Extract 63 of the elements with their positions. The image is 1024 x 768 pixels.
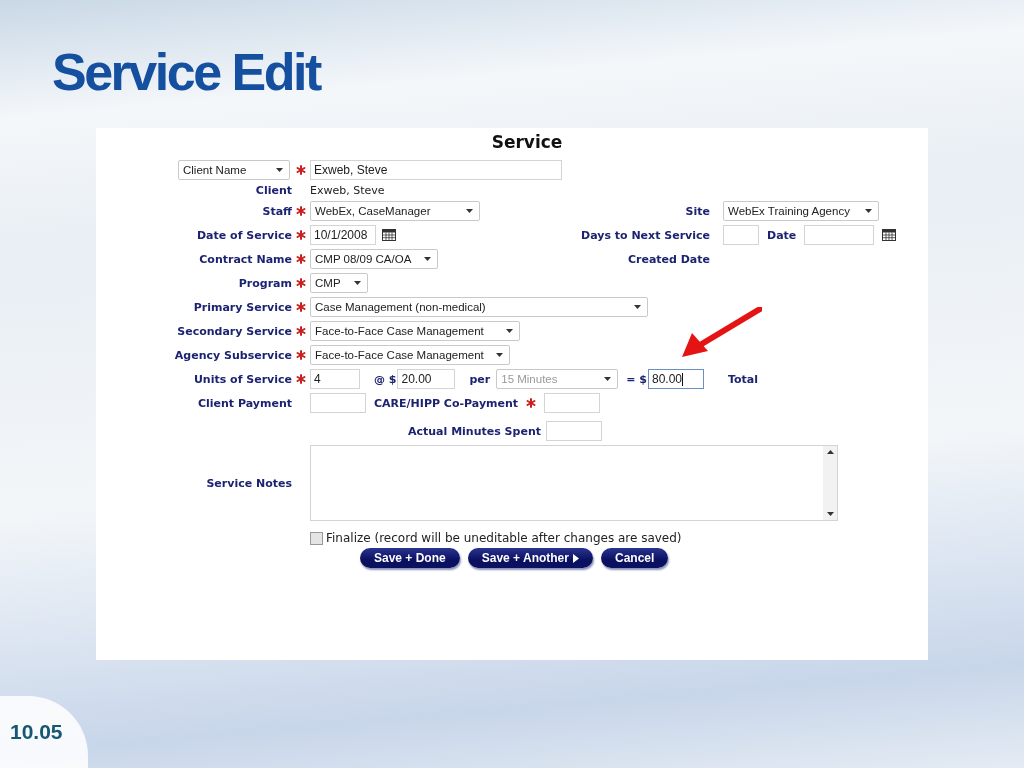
- date-field[interactable]: [804, 225, 875, 245]
- field-label: per: [469, 372, 491, 386]
- caret-icon: [634, 305, 641, 309]
- select-field[interactable]: WebEx Training Agency: [723, 201, 879, 221]
- page-number: 10.05: [10, 720, 63, 744]
- caret-icon: [496, 353, 503, 357]
- select-field[interactable]: Face-to-Face Case Management: [310, 345, 510, 365]
- caret-icon: [865, 209, 872, 213]
- caret-icon: [826, 450, 834, 454]
- caret-icon: [424, 257, 431, 261]
- field-label: Program: [238, 276, 292, 290]
- select-field[interactable]: Face-to-Face Case Management: [310, 321, 520, 341]
- field-label: Units of Service: [193, 372, 292, 386]
- field-label: Client Payment: [197, 396, 292, 410]
- field-label: CARE/HIPP Co-Payment: [374, 396, 519, 410]
- caret-icon: [466, 209, 473, 213]
- caret-icon: [276, 168, 283, 172]
- select-field[interactable]: Case Management (non-medical): [310, 297, 648, 317]
- field-label: Client: [255, 184, 292, 197]
- checkbox[interactable]: [310, 531, 323, 545]
- select-field[interactable]: CMP 08/09 CA/OA: [310, 249, 438, 269]
- caret-icon: [354, 281, 361, 285]
- field-label: Created Date: [627, 252, 710, 266]
- input-field[interactable]: 4: [310, 369, 360, 389]
- form-button[interactable]: Save + Another: [467, 548, 593, 568]
- field-label: Agency Subservice: [174, 348, 292, 362]
- field-label: Days to Next Service: [581, 228, 710, 242]
- field-label: Date: [767, 228, 797, 242]
- slide-title: Service Edit: [52, 42, 320, 103]
- caret-icon: [826, 512, 834, 516]
- field-label: Date of Service: [197, 228, 292, 242]
- field-label: = $: [626, 372, 647, 386]
- input-field[interactable]: 80.00: [647, 369, 704, 389]
- calendar-icon[interactable]: [382, 229, 396, 241]
- field-label: Actual Minutes Spent: [408, 424, 541, 438]
- triangle-icon: [572, 553, 579, 563]
- form-button[interactable]: Cancel: [600, 548, 669, 568]
- field-label: Site: [685, 204, 710, 218]
- field-label: Staff: [262, 204, 292, 218]
- form-title: Service: [491, 132, 563, 154]
- field-value: Exweb, Steve: [310, 184, 385, 197]
- field-label: @ $: [374, 372, 397, 386]
- field-label: Contract Name: [199, 252, 292, 266]
- calendar-icon[interactable]: [882, 229, 897, 241]
- field-label: Secondary Service: [177, 324, 292, 338]
- form-button[interactable]: Save + Done: [360, 548, 460, 568]
- field-label: Service Notes: [206, 476, 292, 490]
- date-field[interactable]: 10/1/2008: [310, 225, 376, 245]
- field-label: Primary Service: [193, 300, 292, 314]
- select-field[interactable]: WebEx, CaseManager: [310, 201, 480, 221]
- select-field[interactable]: Client Name: [178, 160, 290, 180]
- field-label: Total: [727, 372, 758, 386]
- input-field[interactable]: [545, 421, 602, 441]
- caret-icon: [604, 377, 612, 381]
- input-field[interactable]: 20.00: [397, 369, 456, 389]
- checkbox-label: Finalize (record will be uneditable after changes are saved): [326, 531, 682, 545]
- input-field[interactable]: [723, 225, 759, 245]
- scrollbar[interactable]: [823, 446, 837, 520]
- input-field[interactable]: [310, 393, 366, 413]
- caret-icon: [506, 329, 513, 333]
- select-field[interactable]: CMP: [310, 273, 368, 293]
- input-field[interactable]: Exweb, Steve: [310, 160, 562, 180]
- input-field[interactable]: [544, 393, 601, 413]
